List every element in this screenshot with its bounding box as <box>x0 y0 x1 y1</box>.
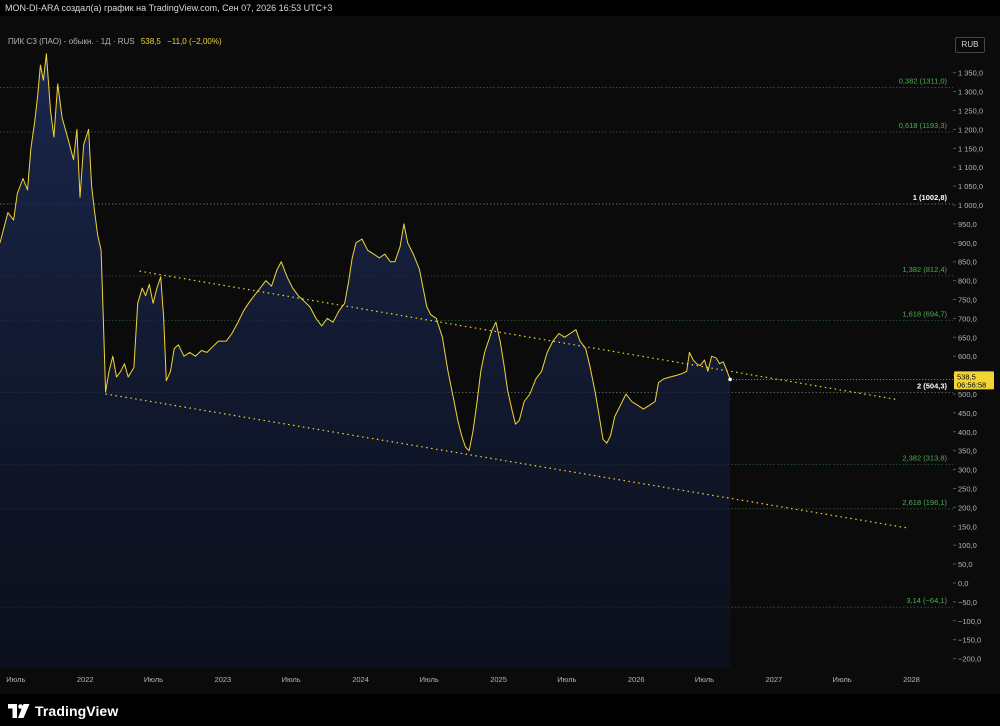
y-tick-label-2: 1 250,0 <box>958 106 983 115</box>
y-tick-label-4: 1 150,0 <box>958 144 983 153</box>
y-tick-label-8: 950,0 <box>958 220 977 229</box>
fib-label-5: 2 (504,3) <box>917 381 948 390</box>
y-tick-label-31: −200,0 <box>958 655 981 664</box>
x-tick-label-6: Июль <box>420 675 439 684</box>
y-tick-label-24: 150,0 <box>958 522 977 531</box>
y-tick-label-3: 1 200,0 <box>958 125 983 134</box>
y-tick-label-30: −150,0 <box>958 636 981 645</box>
y-tick-label-25: 100,0 <box>958 541 977 550</box>
x-tick-label-0: Июль <box>6 675 25 684</box>
header-bar: MON-DI-ARA создал(а) график на TradingVi… <box>0 0 1000 16</box>
tradingview-logo[interactable]: TradingView <box>8 702 118 720</box>
x-tick-label-1: 2022 <box>77 675 94 684</box>
y-tick-label-10: 850,0 <box>958 258 977 267</box>
y-tick-label-9: 900,0 <box>958 239 977 248</box>
chart-area[interactable]: 0,382 (1311,0) 0,618 (1193,3) 1 (1002,8) 1,… <box>0 16 1000 694</box>
x-tick-label-8: Июль <box>557 675 576 684</box>
price-label-countdown: 06:56:58 <box>957 380 986 389</box>
y-tick-label-1: 1 300,0 <box>958 88 983 97</box>
x-tick-label-12: Июль <box>833 675 852 684</box>
tradingview-logo-text: TradingView <box>35 703 119 719</box>
y-tick-label-6: 1 050,0 <box>958 182 983 191</box>
legend-symbol: ПИК СЗ (ПАО) - обыкн. · 1Д · RUS <box>8 37 135 46</box>
x-tick-label-5: 2024 <box>352 675 369 684</box>
fib-label-6: 2,382 (313,8) <box>902 453 947 462</box>
last-price-dot <box>728 377 732 382</box>
x-tick-label-11: 2027 <box>766 675 783 684</box>
fib-label-0: 0,382 (1311,0) <box>899 76 948 85</box>
y-tick-label-0: 1 350,0 <box>958 69 983 78</box>
fib-label-8: 3,14 (−64,1) <box>906 596 947 605</box>
x-tick-label-10: Июль <box>695 675 714 684</box>
y-tick-label-22: 250,0 <box>958 484 977 493</box>
y-tick-label-28: −50,0 <box>958 598 977 607</box>
y-tick-label-12: 750,0 <box>958 295 977 304</box>
y-tick-label-21: 300,0 <box>958 466 977 475</box>
y-tick-label-26: 50,0 <box>958 560 973 569</box>
y-tick-label-5: 1 100,0 <box>958 163 983 172</box>
legend-change: −11,0 (−2,00%) <box>167 37 222 46</box>
y-tick-label-27: 0,0 <box>958 579 968 588</box>
y-tick-label-23: 200,0 <box>958 503 977 512</box>
price-chart[interactable]: 0,382 (1311,0) 0,618 (1193,3) 1 (1002,8) 1,… <box>0 16 1000 694</box>
y-tick-label-19: 400,0 <box>958 428 977 437</box>
y-tick-label-13: 700,0 <box>958 314 977 323</box>
y-tick-label-14: 650,0 <box>958 333 977 342</box>
fib-label-7: 2,618 (196,1) <box>902 498 947 507</box>
y-tick-label-20: 350,0 <box>958 447 977 456</box>
y-tick-label-18: 450,0 <box>958 409 977 418</box>
x-tick-label-3: 2023 <box>215 675 232 684</box>
currency-button[interactable]: RUB <box>955 37 985 53</box>
x-tick-label-13: 2028 <box>903 675 920 684</box>
x-tick-label-7: 2025 <box>490 675 507 684</box>
y-tick-label-11: 800,0 <box>958 277 977 286</box>
tradingview-logo-icon <box>8 704 30 718</box>
y-tick-label-15: 600,0 <box>958 352 977 361</box>
fib-label-1: 0,618 (1193,3) <box>899 121 948 130</box>
x-tick-label-2: Июль <box>144 675 163 684</box>
y-tick-label-29: −100,0 <box>958 617 981 626</box>
y-tick-label-7: 1 000,0 <box>958 201 983 210</box>
x-tick-label-4: Июль <box>282 675 301 684</box>
x-tick-label-9: 2026 <box>628 675 645 684</box>
chart-legend: ПИК СЗ (ПАО) - обыкн. · 1Д · RUS 538,5 −… <box>8 37 222 46</box>
y-tick-label-17: 500,0 <box>958 390 977 399</box>
fib-label-2: 1 (1002,8) <box>913 193 948 202</box>
fib-label-3: 1,382 (812,4) <box>902 265 947 274</box>
legend-price: 538,5 <box>140 37 161 46</box>
footer-bar: TradingView <box>0 694 1000 726</box>
fib-label-4: 1,618 (694,7) <box>902 309 947 318</box>
header-title: MON-DI-ARA создал(а) график на TradingVi… <box>5 3 333 13</box>
